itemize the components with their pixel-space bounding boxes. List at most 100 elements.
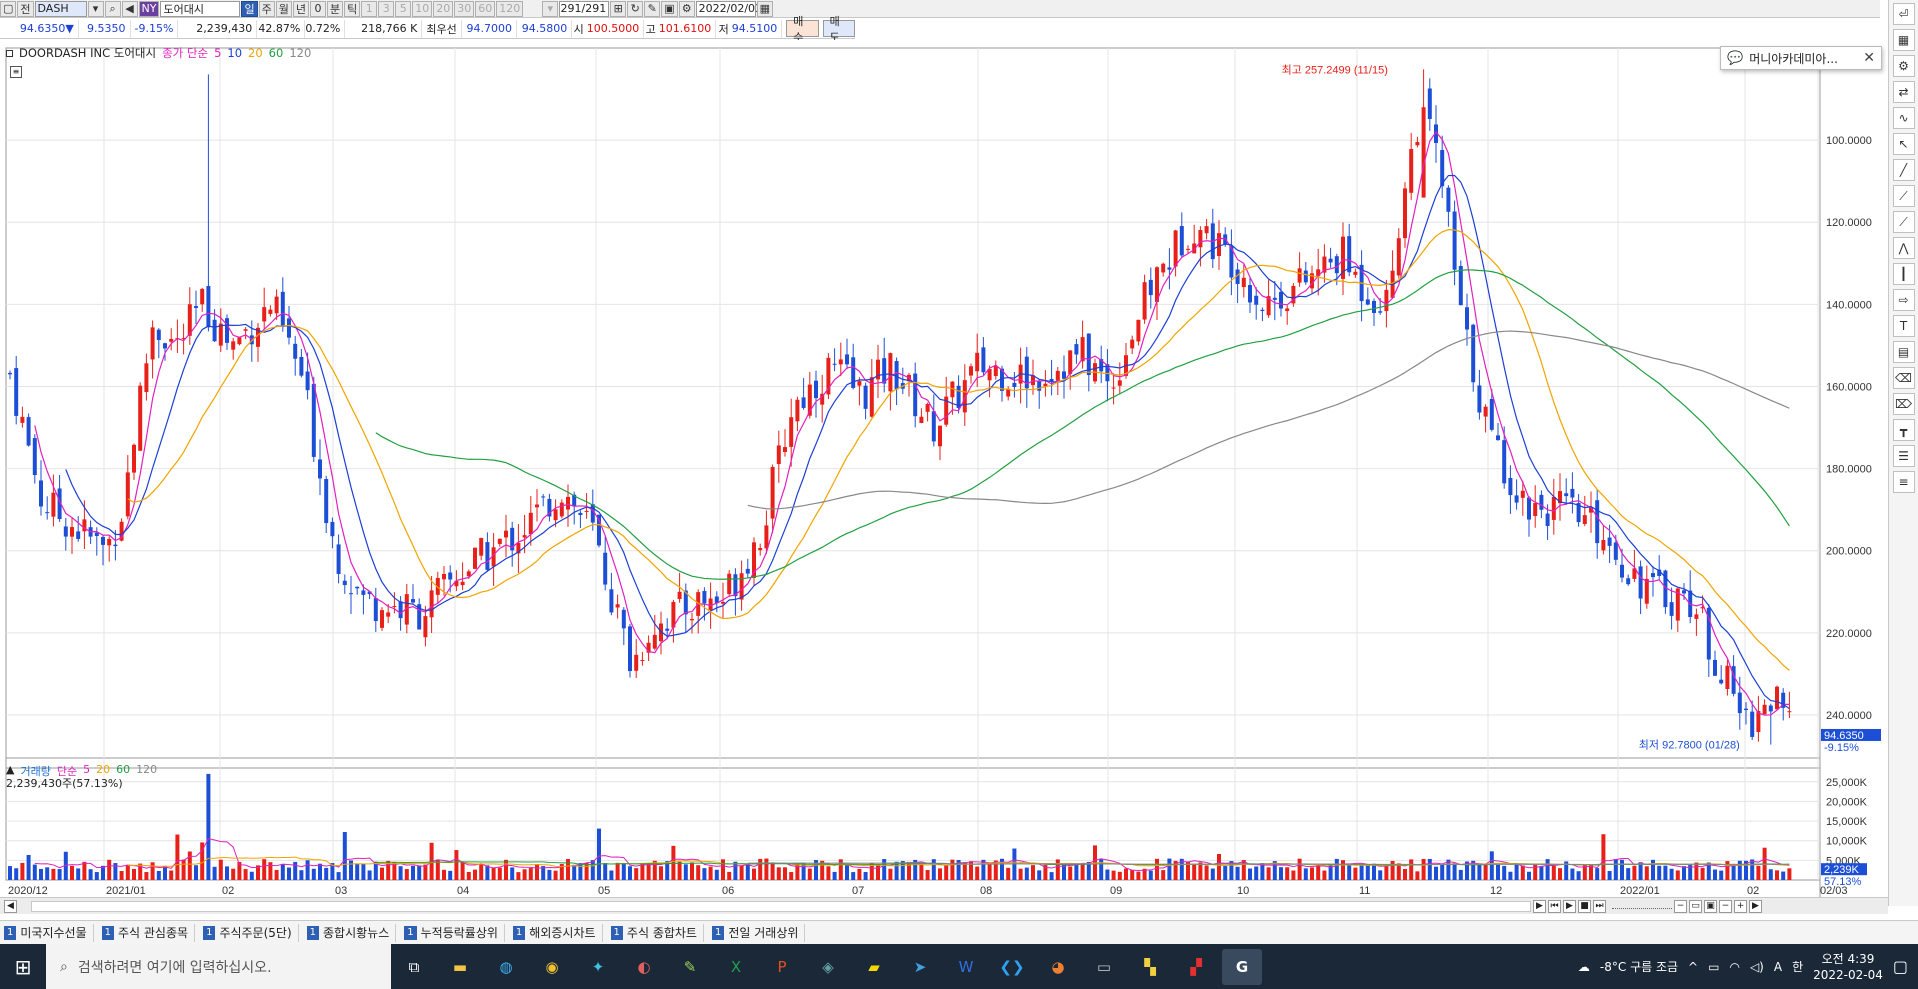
tray-volume-icon[interactable]: ◁) xyxy=(1750,960,1764,974)
play-icon[interactable]: ▶ xyxy=(1563,899,1576,913)
scroll-left-icon[interactable]: ◀ xyxy=(4,899,17,913)
app-feather-icon[interactable]: ✎ xyxy=(670,949,710,985)
count-field[interactable]: 291/291 xyxy=(559,0,610,17)
ime-lang[interactable]: 한 xyxy=(1792,958,1803,975)
period-button-11[interactable]: 20 xyxy=(433,0,454,17)
period-button-8[interactable]: 3 xyxy=(378,0,395,17)
ruler-icon[interactable]: ┳ xyxy=(1892,419,1915,441)
mode-selector[interactable]: 전 xyxy=(17,0,34,17)
window-tab[interactable]: 1 해외증시차트 xyxy=(512,923,603,942)
spin-dropdown-icon[interactable]: ▾ xyxy=(542,0,559,17)
compare-icon[interactable]: ⇄ xyxy=(1892,81,1915,103)
period-button-7[interactable]: 1 xyxy=(361,0,378,17)
window-tab[interactable]: 1 누적등락률상위 xyxy=(404,923,505,942)
zoom-reset-icon[interactable]: ▭ xyxy=(1689,899,1702,913)
period-button-5[interactable]: 분 xyxy=(326,0,344,17)
app-chart-icon[interactable]: ▚ xyxy=(1130,949,1170,985)
zoom-minus-icon[interactable]: − xyxy=(1719,899,1732,913)
app-meeting-icon[interactable]: ◐ xyxy=(624,949,664,985)
arrow-icon[interactable]: ⇨ xyxy=(1892,289,1915,311)
period-button-13[interactable]: 60 xyxy=(475,0,496,17)
weather-icon[interactable]: ☁ xyxy=(1578,960,1590,974)
kakaotalk-icon[interactable]: ▰ xyxy=(854,949,894,985)
zoom-plus-icon[interactable]: + xyxy=(1734,899,1747,913)
chart-scrollbar[interactable]: ◀ ▶ ⏮ ▶ ■ ⏭ − ▭ ▣ − + ▶ xyxy=(0,897,1888,914)
edge-icon[interactable]: ◍ xyxy=(486,949,526,985)
window-tab[interactable]: 1 주식 종합차트 xyxy=(610,923,704,942)
windows-start-icon[interactable]: ⊞ xyxy=(0,944,46,989)
period-button-10[interactable]: 10 xyxy=(412,0,433,17)
zoom-fit-icon[interactable]: ▣ xyxy=(1704,899,1717,913)
tray-chevron-icon[interactable]: ^ xyxy=(1688,960,1698,974)
period-button-9[interactable]: 5 xyxy=(395,0,412,17)
save-icon[interactable]: ▣ xyxy=(661,0,678,17)
task-view-icon[interactable]: ⧉ xyxy=(394,949,434,985)
return-icon[interactable]: ⏎ xyxy=(1892,3,1915,25)
link-icon[interactable]: ⊞ xyxy=(610,0,627,17)
vscode-icon[interactable]: ❮❯ xyxy=(992,949,1032,985)
window-tab[interactable]: 1 주식주문(5단) xyxy=(203,923,299,942)
close-icon[interactable]: ✕ xyxy=(1863,50,1875,66)
window-tab[interactable]: 1 미국지수선물 xyxy=(4,923,94,942)
search-icon[interactable]: ⌕ xyxy=(104,0,121,17)
chart-menu-icon[interactable]: ≡ xyxy=(10,66,22,78)
stock-name-field[interactable]: 도어대시 xyxy=(160,0,241,17)
lines-icon[interactable]: ≡ xyxy=(1892,471,1915,493)
weather-text[interactable]: -8°C 구름 조금 xyxy=(1600,958,1678,975)
powerpoint-icon[interactable]: P xyxy=(762,949,802,985)
firefox-icon[interactable]: ◕ xyxy=(1038,949,1078,985)
window-tab[interactable]: 1 주식 관심종목 xyxy=(101,923,196,942)
period-button-3[interactable]: 년 xyxy=(292,0,309,17)
chart-area[interactable]: 240.0000 220.0000 200.0000 180.0000 160.0000… xyxy=(0,40,1888,906)
chart-type-icon[interactable]: ▤ xyxy=(1892,341,1915,363)
window-tab[interactable]: 1 전일 거래상위 xyxy=(711,923,806,942)
settings-icon[interactable]: ⚙ xyxy=(678,0,695,17)
telegram-icon[interactable]: ➤ xyxy=(900,949,940,985)
window-icon[interactable]: ▢ xyxy=(0,0,17,17)
app-bird-icon[interactable]: ✦ xyxy=(578,949,618,985)
candle-icon[interactable]: ┃ xyxy=(1892,263,1915,285)
sell-button[interactable]: 매도 xyxy=(822,15,855,44)
file-explorer-icon[interactable]: ▬ xyxy=(440,949,480,985)
sound-icon[interactable]: ◀ xyxy=(121,0,138,17)
speed-slider[interactable] xyxy=(1612,903,1672,909)
news-popup[interactable]: 💬 머니아카데미아... ✕ xyxy=(1720,46,1882,70)
app-folder-icon[interactable]: ▭ xyxy=(1084,949,1124,985)
scroll-right-end-icon[interactable]: ▶ xyxy=(1749,899,1762,913)
trendline-icon[interactable]: ⟋ xyxy=(1892,185,1915,207)
app-hts-icon[interactable]: ▞ xyxy=(1176,949,1216,985)
ime-mode[interactable]: A xyxy=(1774,960,1782,974)
window-tab[interactable]: 1 종합시황뉴스 xyxy=(306,923,397,942)
period-button-0[interactable]: 일 xyxy=(241,0,258,17)
wave-icon[interactable]: ⋀ xyxy=(1892,237,1915,259)
tray-battery-icon[interactable]: ▭ xyxy=(1708,960,1719,974)
auto-line-icon[interactable]: ⟋ xyxy=(1892,211,1915,233)
eraser-all-icon[interactable]: ⌦ xyxy=(1892,393,1915,415)
ticker-input[interactable]: DASH xyxy=(34,0,87,17)
tool-icon[interactable]: ✎ xyxy=(644,0,661,17)
scroll-track[interactable] xyxy=(31,900,1531,912)
date-field[interactable]: 2022/02/03 xyxy=(695,0,762,17)
gear-icon[interactable]: ⚙ xyxy=(1892,55,1915,77)
next-icon[interactable]: ⏭ xyxy=(1593,899,1606,913)
grid-icon[interactable]: ▦ xyxy=(1892,29,1915,51)
app-globe-icon[interactable]: ◈ xyxy=(808,949,848,985)
period-button-12[interactable]: 30 xyxy=(454,0,475,17)
stop-icon[interactable]: ■ xyxy=(1578,899,1591,913)
period-button-14[interactable]: 120 xyxy=(496,0,524,17)
period-button-6[interactable]: 틱 xyxy=(344,0,361,17)
taskbar-search[interactable]: ⌕ 검색하려면 여기에 입력하십시오. xyxy=(46,944,391,989)
text-icon[interactable]: T xyxy=(1892,315,1915,337)
line-icon[interactable]: ╱ xyxy=(1892,159,1915,181)
candlestick-chart[interactable]: 240.0000 220.0000 200.0000 180.0000 160.0000… xyxy=(0,40,1888,897)
period-button-2[interactable]: 월 xyxy=(275,0,292,17)
ticker-dropdown-icon[interactable]: ▾ xyxy=(87,0,104,17)
eraser-icon[interactable]: ⌫ xyxy=(1892,367,1915,389)
calendar-icon[interactable]: ▦ xyxy=(756,0,774,17)
word-icon[interactable]: W xyxy=(946,949,986,985)
list-icon[interactable]: ☰ xyxy=(1892,445,1915,467)
zoom-out-icon[interactable]: − xyxy=(1674,899,1687,913)
clock[interactable]: 오전 4:39 2022-02-04 xyxy=(1813,951,1883,983)
chrome-icon[interactable]: ◉ xyxy=(532,949,572,985)
period-button-1[interactable]: 주 xyxy=(258,0,275,17)
